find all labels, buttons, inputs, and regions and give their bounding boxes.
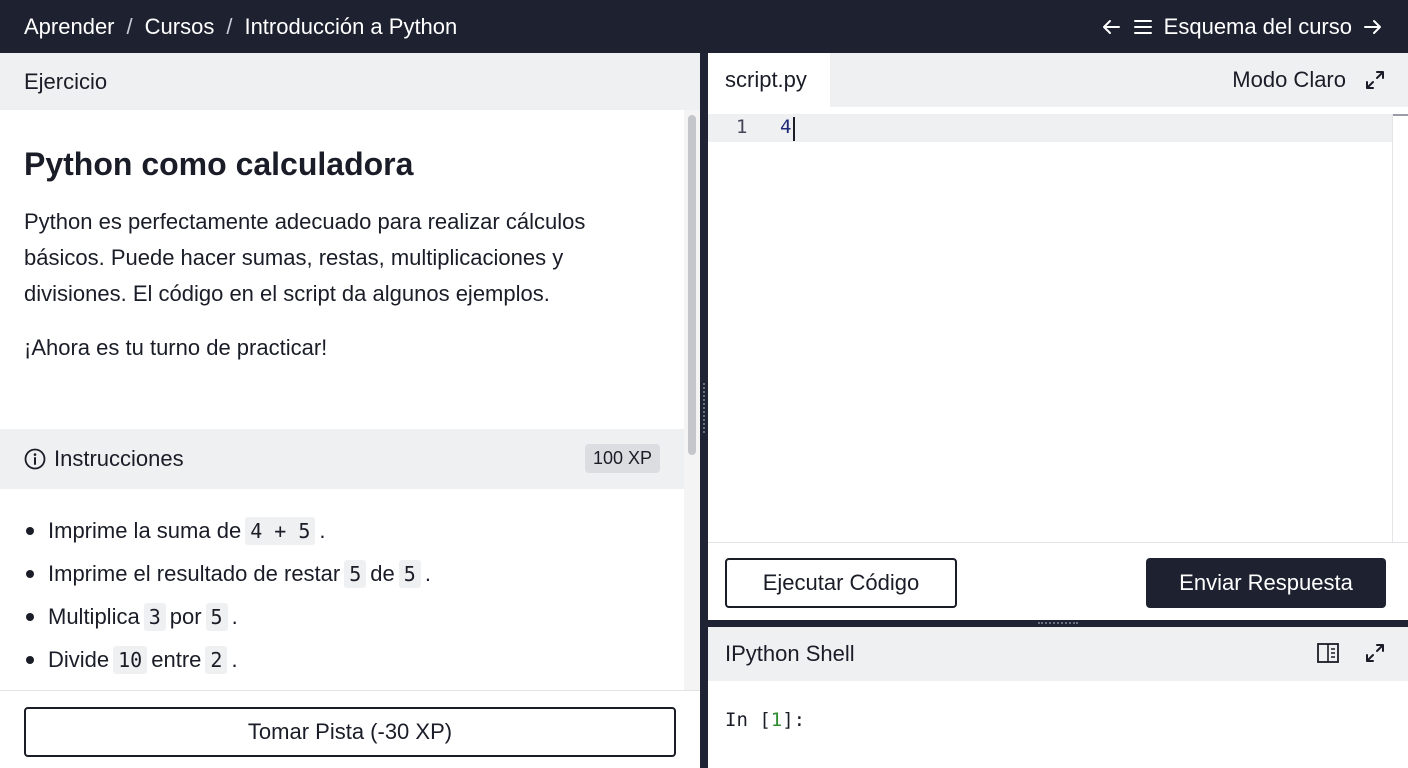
breadcrumb-cursos[interactable]: Cursos xyxy=(145,14,215,40)
inline-code: 10 xyxy=(113,645,148,674)
panel-resize-handle[interactable] xyxy=(700,53,708,768)
inline-code: 5 xyxy=(398,559,421,588)
breadcrumb-separator: / xyxy=(226,13,233,39)
code-input[interactable]: 4 xyxy=(780,116,791,138)
xp-badge: 100 XP xyxy=(584,444,660,473)
list-item: Imprime el resultado de restar 5 de 5 . xyxy=(26,552,431,595)
exercise-call-to-action: ¡Ahora es tu turno de practicar! xyxy=(24,335,328,360)
breadcrumb-course[interactable]: Introducción a Python xyxy=(244,14,457,40)
light-mode-toggle[interactable]: Modo Claro xyxy=(1232,53,1346,107)
submit-answer-button[interactable]: Enviar Respuesta xyxy=(1146,558,1386,608)
prompt-number: 1 xyxy=(770,709,783,731)
instructions-label: Instrucciones xyxy=(54,446,184,471)
instructions-header: Instrucciones 100 XP xyxy=(0,429,684,489)
info-icon xyxy=(24,448,46,470)
resize-grip xyxy=(703,383,705,433)
tab-script-py[interactable]: script.py xyxy=(708,53,830,107)
editor-scrollbar[interactable] xyxy=(1392,114,1408,542)
step-text: . xyxy=(424,560,431,586)
arrow-right-icon[interactable] xyxy=(1362,16,1384,38)
editor-tab-bar: script.py Modo Claro xyxy=(708,53,1408,107)
inline-code: 5 xyxy=(205,602,228,631)
line-number: 1 xyxy=(736,116,748,138)
inline-code: 2 xyxy=(205,645,228,674)
prompt-suffix: ]: xyxy=(782,709,806,731)
breadcrumb-separator: / xyxy=(126,13,133,39)
exercise-title: Python como calculadora xyxy=(24,146,414,182)
expand-icon[interactable] xyxy=(1364,642,1386,670)
step-text: Divide xyxy=(48,646,110,672)
shell-prompt[interactable]: In [1]: xyxy=(725,709,805,731)
breadcrumb: Aprender / Cursos / Introducción a Pytho… xyxy=(24,0,457,53)
step-text: Imprime la suma de xyxy=(48,517,242,543)
scrollbar-marker xyxy=(1393,114,1408,116)
shell-title: IPython Shell xyxy=(725,641,855,666)
active-line-highlight xyxy=(708,114,1393,142)
course-outline-nav: Esquema del curso xyxy=(1100,0,1384,53)
text-cursor xyxy=(793,117,795,141)
editor-actions: Ejecutar Código Enviar Respuesta xyxy=(708,542,1408,620)
course-outline-link[interactable]: Esquema del curso xyxy=(1164,14,1352,40)
list-item: Imprime la suma de 4 + 5 . xyxy=(26,509,431,552)
resize-grip xyxy=(1038,622,1078,624)
instructions-list: Imprime la suma de 4 + 5 . Imprime el re… xyxy=(26,509,431,681)
run-code-button[interactable]: Ejecutar Código xyxy=(725,558,957,608)
top-bar: Aprender / Cursos / Introducción a Pytho… xyxy=(0,0,1408,53)
expand-icon[interactable] xyxy=(1364,69,1386,96)
step-text: . xyxy=(319,517,326,543)
breadcrumb-aprender[interactable]: Aprender xyxy=(24,14,115,40)
step-text: entre xyxy=(151,646,202,672)
inline-code: 3 xyxy=(143,602,166,631)
exercise-panel: Ejercicio Python como calculadora Python… xyxy=(0,53,700,768)
arrow-left-icon[interactable] xyxy=(1100,16,1122,38)
step-text: por xyxy=(169,603,202,629)
shell-header: IPython Shell xyxy=(708,627,1408,681)
exercise-footer: Tomar Pista (-30 XP) xyxy=(0,690,700,768)
exercise-description: Python es perfectamente adecuado para re… xyxy=(24,209,586,306)
inline-code: 5 xyxy=(344,559,367,588)
inline-code: 4 + 5 xyxy=(245,516,316,545)
step-text: Imprime el resultado de restar xyxy=(48,560,341,586)
code-editor-panel: script.py Modo Claro 1 4 Ejecutar Código… xyxy=(708,53,1408,620)
shell-resize-handle[interactable] xyxy=(708,620,1408,627)
list-item: Multiplica 3 por 5 . xyxy=(26,595,431,638)
take-hint-button[interactable]: Tomar Pista (-30 XP) xyxy=(24,707,676,757)
prompt-prefix: In [ xyxy=(725,709,771,731)
step-text: . xyxy=(231,603,238,629)
exercise-panel-header: Ejercicio xyxy=(0,53,700,110)
step-text: Multiplica xyxy=(48,603,140,629)
step-text: . xyxy=(231,646,238,672)
list-item: Divide 10 entre 2 . xyxy=(26,638,431,681)
exercise-scrollbar-thumb[interactable] xyxy=(688,115,696,455)
layout-toggle-icon[interactable] xyxy=(1316,642,1340,670)
menu-icon[interactable] xyxy=(1132,16,1154,38)
ipython-shell-panel: IPython Shell In [1]: xyxy=(708,627,1408,768)
step-text: de xyxy=(370,560,395,586)
